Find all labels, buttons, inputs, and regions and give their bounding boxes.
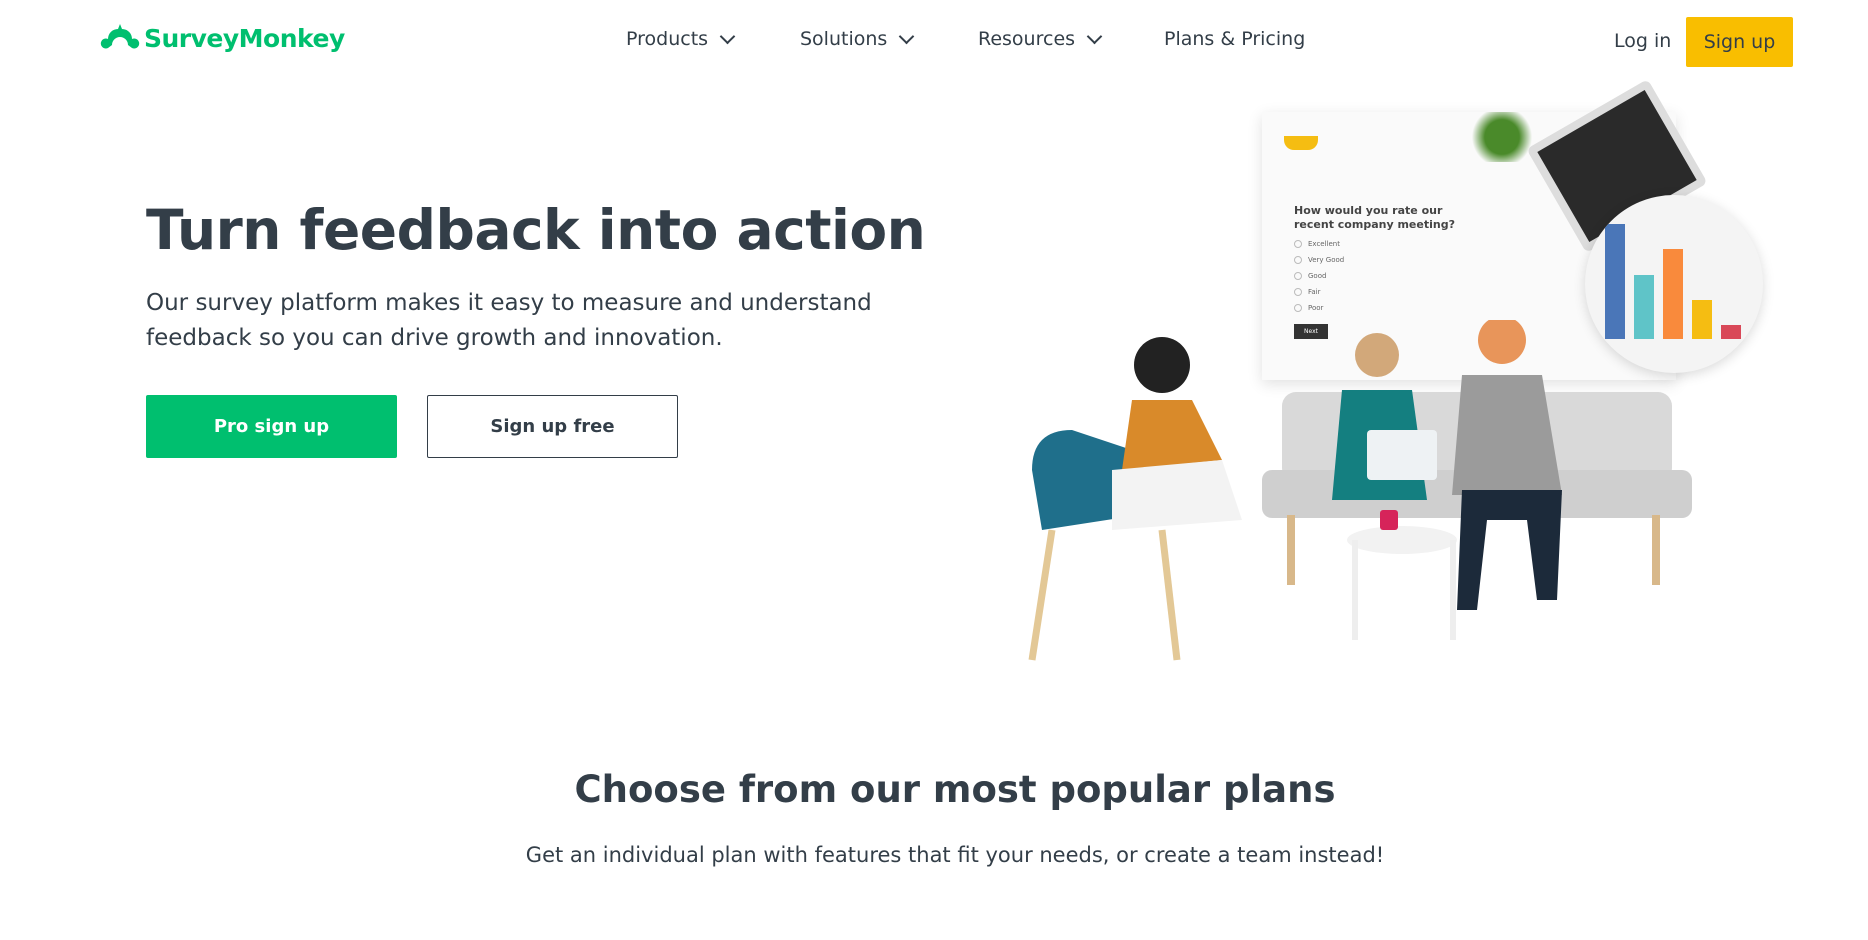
ship-logo-icon — [1284, 136, 1318, 150]
monkey-logo-icon — [100, 24, 140, 49]
nav-label: Products — [626, 28, 709, 50]
nav-label: Solutions — [800, 28, 888, 50]
nav-solutions[interactable]: Solutions — [800, 28, 915, 50]
option-label: Very Good — [1308, 256, 1345, 264]
option-label: Fair — [1308, 288, 1321, 296]
nav-products[interactable]: Products — [626, 28, 736, 50]
person-orange-top — [1122, 400, 1222, 470]
logo-text: SurveyMonkey — [144, 23, 345, 53]
survey-option: Good — [1294, 272, 1326, 280]
plans-subtitle: Get an individual plan with features tha… — [525, 843, 1385, 867]
signup-free-button[interactable]: Sign up free — [427, 395, 678, 458]
pro-signup-button[interactable]: Pro sign up — [146, 395, 397, 458]
mug-icon — [1380, 510, 1398, 530]
hero-subtitle-line: Our survey platform makes it easy to mea… — [146, 290, 872, 316]
person-head — [1134, 337, 1190, 393]
radio-icon — [1294, 256, 1302, 264]
signup-button[interactable]: Sign up — [1686, 17, 1793, 67]
radio-icon — [1294, 304, 1302, 312]
survey-option: Fair — [1294, 288, 1321, 296]
radio-icon — [1294, 288, 1302, 296]
chevron-down-icon — [899, 28, 915, 44]
survey-question: How would you rate our recent company me… — [1294, 204, 1455, 231]
hero-subtitle: Our survey platform makes it easy to mea… — [146, 286, 906, 356]
option-label: Poor — [1308, 304, 1324, 312]
plans-title: Choose from our most popular plans — [574, 768, 1336, 811]
laptop — [1367, 430, 1437, 480]
chevron-down-icon — [719, 28, 736, 44]
surveymonkey-logo[interactable]: SurveyMonkey — [100, 22, 345, 54]
option-label: Excellent — [1308, 240, 1340, 248]
radio-icon — [1294, 272, 1302, 280]
login-link[interactable]: Log in — [1614, 30, 1671, 52]
survey-option: Very Good — [1294, 256, 1344, 264]
nav-resources[interactable]: Resources — [978, 28, 1103, 50]
chevron-down-icon — [1086, 28, 1103, 44]
hero-subtitle-line: feedback so you can drive growth and inn… — [146, 325, 723, 351]
survey-option: Poor — [1294, 304, 1323, 312]
plant-icon — [1467, 112, 1537, 162]
hero-title: Turn feedback into action — [146, 198, 926, 262]
option-label: Good — [1308, 272, 1327, 280]
people-on-sofa-illustration — [1028, 320, 1692, 661]
coffee-table — [1347, 526, 1457, 554]
nav-label: Resources — [978, 28, 1076, 50]
radio-icon — [1294, 240, 1302, 248]
nav-plans-pricing[interactable]: Plans & Pricing — [1164, 28, 1305, 50]
survey-option: Excellent — [1294, 240, 1340, 248]
nav-label: Plans & Pricing — [1164, 28, 1306, 50]
